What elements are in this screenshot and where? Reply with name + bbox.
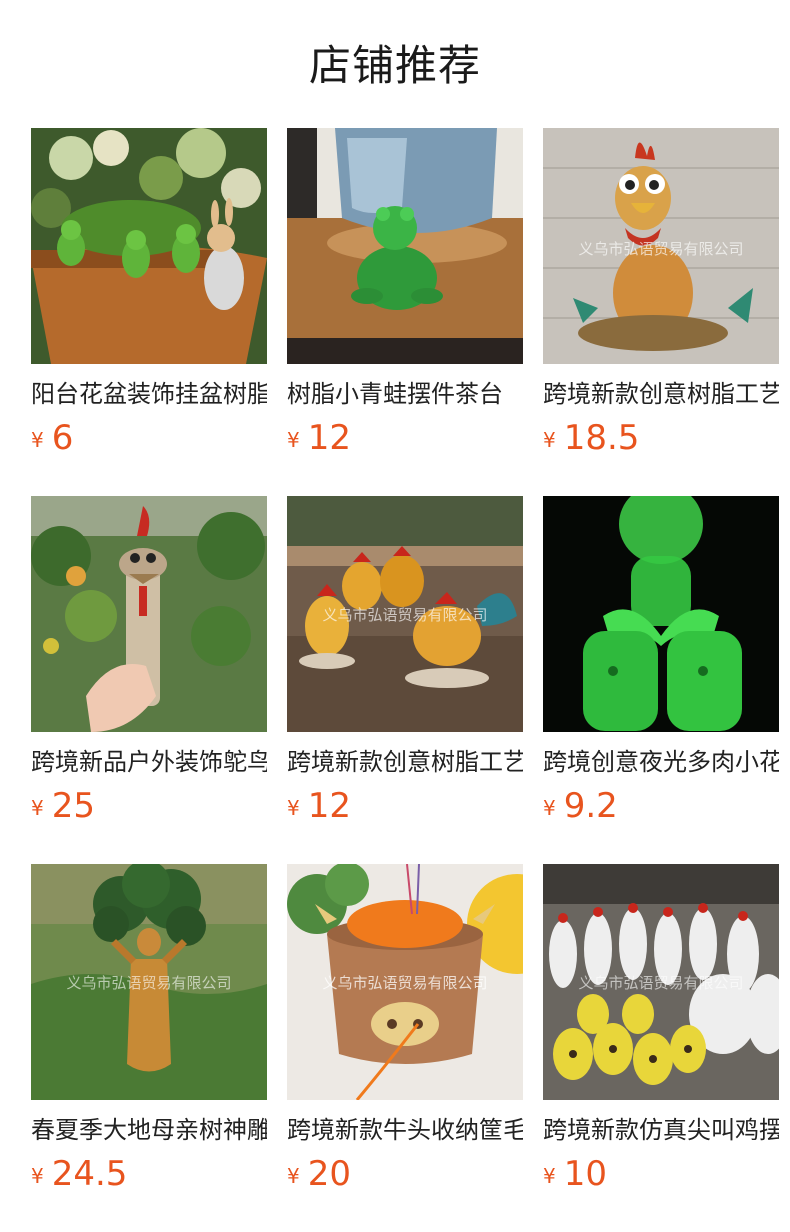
price-value: 12 bbox=[307, 786, 351, 826]
product-name[interactable]: 树脂小青蛙摆件茶台 bbox=[287, 378, 523, 410]
product-price: ¥6 bbox=[31, 418, 267, 464]
price-value: 24.5 bbox=[51, 1154, 128, 1194]
currency-symbol: ¥ bbox=[287, 428, 300, 452]
product-card[interactable]: 树脂小青蛙摆件茶台 ¥12 bbox=[287, 128, 523, 464]
page-title: 店铺推荐 bbox=[308, 41, 481, 90]
product-name[interactable]: 跨境新款牛头收纳筐毛 bbox=[287, 1114, 523, 1146]
product-price: ¥12 bbox=[287, 786, 523, 832]
product-image[interactable] bbox=[543, 496, 779, 732]
bull-yarn-bowl-image: 义乌市弘语贸易有限公司 bbox=[287, 864, 523, 1100]
price-value: 25 bbox=[51, 786, 95, 826]
currency-symbol: ¥ bbox=[31, 428, 44, 452]
currency-symbol: ¥ bbox=[543, 428, 556, 452]
product-name[interactable]: 跨境新款创意树脂工艺 bbox=[543, 378, 779, 410]
product-image[interactable]: 义乌市弘语贸易有限公司 bbox=[543, 864, 779, 1100]
currency-symbol: ¥ bbox=[287, 1164, 300, 1188]
currency-symbol: ¥ bbox=[31, 1164, 44, 1188]
price-value: 9.2 bbox=[563, 786, 618, 826]
glowing-planter-image bbox=[543, 496, 779, 732]
price-value: 6 bbox=[51, 418, 74, 458]
yoga-rooster-image: 义乌市弘语贸易有限公司 bbox=[543, 128, 779, 364]
mother-earth-statue-image: 义乌市弘语贸易有限公司 bbox=[31, 864, 267, 1100]
product-price: ¥18.5 bbox=[543, 418, 779, 464]
currency-symbol: ¥ bbox=[31, 796, 44, 820]
product-name[interactable]: 跨境新品户外装饰鸵鸟 bbox=[31, 746, 267, 778]
product-name[interactable]: 跨境新款创意树脂工艺 bbox=[287, 746, 523, 778]
svg-text:义乌市弘语贸易有限公司: 义乌市弘语贸易有限公司 bbox=[578, 974, 743, 992]
product-name[interactable]: 春夏季大地母亲树神雕 bbox=[31, 1114, 267, 1146]
product-card[interactable]: 跨境新品户外装饰鸵鸟 ¥25 bbox=[31, 496, 267, 832]
product-card[interactable]: 义乌市弘语贸易有限公司 跨境新款创意树脂工艺 ¥18.5 bbox=[543, 128, 779, 464]
green-frog-image bbox=[287, 128, 523, 364]
svg-text:义乌市弘语贸易有限公司: 义乌市弘语贸易有限公司 bbox=[578, 240, 743, 258]
product-name[interactable]: 阳台花盆装饰挂盆树脂 bbox=[31, 378, 267, 410]
price-value: 18.5 bbox=[563, 418, 640, 458]
price-value: 20 bbox=[307, 1154, 351, 1194]
product-price: ¥24.5 bbox=[31, 1154, 267, 1200]
product-name[interactable]: 跨境创意夜光多肉小花 bbox=[543, 746, 779, 778]
rooster-figurines-image: 义乌市弘语贸易有限公司 bbox=[287, 496, 523, 732]
currency-symbol: ¥ bbox=[287, 796, 300, 820]
product-price: ¥20 bbox=[287, 1154, 523, 1200]
shop-recommendations-page: 店铺推荐 阳台花盆装饰挂盆树脂 ¥ 6 树脂小青蛙摆件茶台 ¥ 12 义乌市弘语… bbox=[0, 0, 790, 1232]
product-card[interactable]: 义乌市弘语贸易有限公司 跨境新款牛头收纳筐毛 ¥20 bbox=[287, 864, 523, 1200]
frog-flowerpot-image bbox=[31, 128, 267, 364]
product-price: ¥9.2 bbox=[543, 786, 779, 832]
price-value: 10 bbox=[563, 1154, 607, 1194]
product-image[interactable] bbox=[31, 128, 267, 364]
product-card[interactable]: 跨境创意夜光多肉小花 ¥9.2 bbox=[543, 496, 779, 832]
garden-stake-rooster-image bbox=[31, 496, 267, 732]
product-card[interactable]: 义乌市弘语贸易有限公司 春夏季大地母亲树神雕 ¥24.5 bbox=[31, 864, 267, 1200]
product-image[interactable] bbox=[31, 496, 267, 732]
product-image[interactable]: 义乌市弘语贸易有限公司 bbox=[31, 864, 267, 1100]
svg-text:义乌市弘语贸易有限公司: 义乌市弘语贸易有限公司 bbox=[322, 606, 487, 624]
price-value: 12 bbox=[307, 418, 351, 458]
product-image[interactable]: 义乌市弘语贸易有限公司 bbox=[543, 128, 779, 364]
product-card[interactable]: 义乌市弘语贸易有限公司 跨境新款创意树脂工艺 ¥12 bbox=[287, 496, 523, 832]
currency-symbol: ¥ bbox=[543, 796, 556, 820]
product-name[interactable]: 跨境新款仿真尖叫鸡摆 bbox=[543, 1114, 779, 1146]
product-image[interactable] bbox=[287, 128, 523, 364]
product-price: ¥25 bbox=[31, 786, 267, 832]
svg-text:义乌市弘语贸易有限公司: 义乌市弘语贸易有限公司 bbox=[66, 974, 231, 992]
product-image[interactable]: 义乌市弘语贸易有限公司 bbox=[287, 864, 523, 1100]
product-card[interactable]: 义乌市弘语贸易有限公司 跨境新款仿真尖叫鸡摆 ¥10 bbox=[543, 864, 779, 1200]
product-price: ¥10 bbox=[543, 1154, 779, 1200]
product-price: ¥12 bbox=[287, 418, 523, 464]
screaming-chickens-image: 义乌市弘语贸易有限公司 bbox=[543, 864, 779, 1100]
svg-text:义乌市弘语贸易有限公司: 义乌市弘语贸易有限公司 bbox=[322, 974, 487, 992]
product-image[interactable]: 义乌市弘语贸易有限公司 bbox=[287, 496, 523, 732]
currency-symbol: ¥ bbox=[543, 1164, 556, 1188]
product-card[interactable]: 阳台花盆装饰挂盆树脂 ¥6 bbox=[31, 128, 267, 464]
